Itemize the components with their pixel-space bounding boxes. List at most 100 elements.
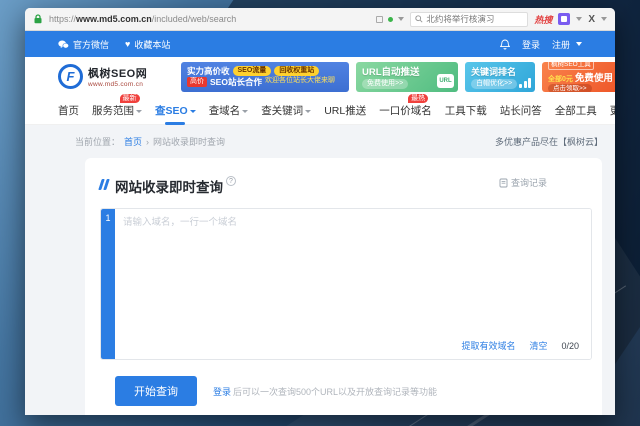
url-path: /included/web/search [152,14,237,24]
login-tip-text: 后可以一次查询500个URL以及开放查询记录等功能 [233,387,437,397]
extract-domains-link[interactable]: 提取有效域名 [461,339,515,352]
query-records-button[interactable]: 查询记录 [499,176,547,189]
nav-item-seo[interactable]: 查SEO [155,103,196,118]
breadcrumb: 当前位置： 首页 › 网站收录即时查询 多优惠产品尽在【枫树云】 [25,125,615,156]
nav-label: 工具下载 [445,103,487,118]
translate-status-icon[interactable] [388,17,393,22]
url-address[interactable]: https://www.md5.com.cn/included/web/sear… [49,14,370,24]
banner1-subline: SEO站长合作 [210,77,262,88]
nav-badge-new: 最新 [120,94,140,103]
promo-text[interactable]: 多优惠产品尽在【枫树云】 [495,135,603,148]
favorite-site-label: 收藏本站 [134,38,170,51]
logo-domain: www.md5.com.cn [88,81,147,88]
url-scheme: https:// [49,14,76,24]
breadcrumb-home-link[interactable]: 首页 [124,135,142,148]
banner2-pill: 免费使用>> [362,79,408,89]
hot-search-badge[interactable]: 热搜 [534,13,552,26]
desktop-background: https://www.md5.com.cn/included/web/sear… [0,0,640,426]
banner1-pill-site: 回收权重站 [274,66,319,76]
ad-banner-keyword-rank[interactable]: 关键词排名 白帽优化>> [465,62,535,92]
browser-search-box[interactable] [410,12,528,27]
nav-label: 全部工具 [555,103,597,118]
ad-banner-seo-buy[interactable]: 实力高价收 SEO流量 回收权重站 高价 SEO站长合作 欢迎各位站长大佬来聊 [181,62,349,92]
banner4-main: 免费使用 [575,70,613,84]
chevron-down-icon[interactable] [601,17,607,21]
chevron-down-icon[interactable] [576,17,582,21]
banner4-yellow: 全部0元 [548,74,573,84]
official-wechat-label: 官方微信 [73,38,109,51]
logo-icon: F [58,64,83,89]
ad-banner-url-push[interactable]: URL自动推送 免费使用>> URL [356,62,458,92]
ad-banner-free-tools[interactable]: 枫树SEO工具 全部0元 免费使用 点击领取>> [542,62,615,92]
extension-icon[interactable] [558,13,570,25]
reader-mode-icon[interactable] [376,16,383,23]
site-top-bar: 官方微信 ♥ 收藏本站 登录 注册 [25,31,615,57]
breadcrumb-separator: › [146,137,149,147]
nav-item-more[interactable]: 更多 [610,103,615,118]
nav-label: 查域名 [209,103,241,118]
browser-url-bar: https://www.md5.com.cn/included/web/sear… [25,8,615,31]
title-row: 网站收录即时查询 ? 查询记录 [100,176,592,196]
site-header: F 枫树SEO网 www.md5.com.cn 实力高价收 SEO流量 回收权重… [25,57,615,96]
banner3-title: 关键词排名 [471,65,529,78]
banner3-pill: 白帽优化>> [471,79,517,89]
bell-icon[interactable] [500,39,510,50]
document-icon [499,178,508,188]
banner4-pill: 点击领取>> [548,84,592,92]
nav-item-domain[interactable]: 查域名 [209,103,249,118]
main-navigation: 首页 最新服务范围 查SEO 查域名 查关键词 URL推送 最热一口价域名 工具… [25,96,615,125]
input-box-footer: 提取有效域名 清空 0/20 [461,339,579,352]
top-bar-right: 登录 注册 [500,38,582,51]
search-icon [415,15,423,23]
heart-icon: ♥ [125,40,130,49]
nav-label: URL推送 [324,103,366,118]
banner1-pill-traffic: SEO流量 [233,66,272,76]
nav-item-tool-download[interactable]: 工具下载 [445,103,487,118]
bar-chart-icon [519,78,531,88]
domain-textarea[interactable] [115,209,591,359]
nav-item-home[interactable]: 首页 [58,103,79,118]
logo-title: 枫树SEO网 [88,65,147,81]
chevron-down-icon [136,110,142,113]
site-logo[interactable]: F 枫树SEO网 www.md5.com.cn [58,64,174,89]
nav-label: 更多 [610,103,615,118]
profile-icon[interactable]: X [588,14,595,25]
url-host: www.md5.com.cn [76,14,152,24]
official-wechat-link[interactable]: 官方微信 [58,38,109,51]
chevron-down-icon [242,110,248,113]
logo-text: 枫树SEO网 www.md5.com.cn [88,65,147,88]
wechat-icon [58,40,69,49]
line-number-gutter: 1 [101,209,115,359]
start-query-button[interactable]: 开始查询 [115,376,197,406]
nav-item-keyword[interactable]: 查关键词 [261,103,311,118]
breadcrumb-prefix: 当前位置： [75,135,120,148]
url-chip-icon: URL [437,74,454,88]
nav-item-services[interactable]: 最新服务范围 [92,103,142,118]
nav-item-url-push[interactable]: URL推送 [324,103,366,118]
register-link[interactable]: 注册 [552,38,582,51]
nav-label: 查关键词 [261,103,303,118]
favorite-site-link[interactable]: ♥ 收藏本站 [125,38,170,51]
title-quote-icon [100,179,108,190]
browser-window: https://www.md5.com.cn/included/web/sear… [25,8,615,415]
nav-label: 首页 [58,103,79,118]
nav-label: 一口价域名 [379,103,432,118]
nav-item-all-tools[interactable]: 全部工具 [555,103,597,118]
chevron-down-icon [190,110,196,113]
login-link[interactable]: 登录 [522,38,540,51]
lock-icon [33,14,43,24]
query-records-label: 查询记录 [511,176,547,189]
nav-item-qa[interactable]: 站长问答 [500,103,542,118]
nav-item-fixed-price-domain[interactable]: 最热一口价域名 [379,103,432,118]
chevron-down-icon[interactable] [398,17,404,21]
login-tip: 登录后可以一次查询500个URL以及开放查询记录等功能 [213,385,437,398]
banner4-top: 枫树SEO工具 [548,62,594,71]
page-content: 当前位置： 首页 › 网站收录即时查询 多优惠产品尽在【枫树云】 网站收录即时查… [25,125,615,415]
breadcrumb-current: 网站收录即时查询 [153,135,225,148]
clear-link[interactable]: 清空 [529,339,547,352]
banner1-badge: 高价 [187,77,207,87]
browser-search-input[interactable] [426,14,523,24]
nav-label: 站长问答 [500,103,542,118]
help-icon[interactable]: ? [226,176,236,186]
login-tip-link[interactable]: 登录 [213,387,231,397]
